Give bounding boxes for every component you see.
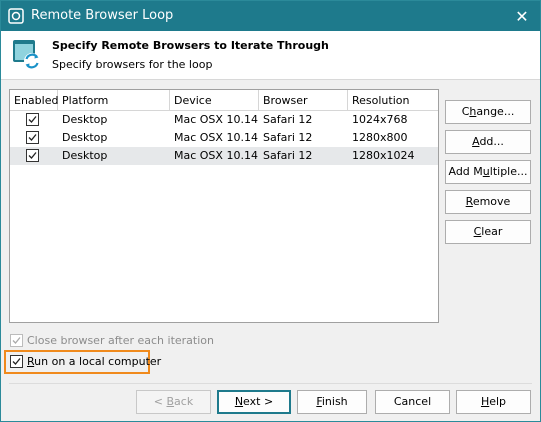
column-header-browser[interactable]: Browser [259,90,348,111]
window-title: Remote Browser Loop [31,8,174,23]
next-label-suffix: ext > [243,395,274,408]
platform-cell: Desktop [62,149,108,162]
title-bar: Remote Browser Loop ✕ [1,1,540,31]
column-header-enabled[interactable]: Enabled [10,90,58,111]
resolution-cell: 1024x768 [352,113,408,126]
next-button[interactable]: Next > [217,390,291,414]
back-label-accel: B [166,395,175,408]
remove-button[interactable]: Remove [445,190,531,214]
app-icon [8,8,24,24]
add-button[interactable]: Add... [445,130,531,154]
device-cell: Mac OSX 10.14 [174,149,258,162]
close-button[interactable]: ✕ [504,1,540,31]
resolution-cell: 1280x800 [352,131,408,144]
change-button[interactable]: Change... [445,100,531,124]
grid-header-row: Enabled Platform Device Browser Resoluti… [10,90,438,111]
platform-cell: Desktop [62,113,108,126]
remote-browser-loop-dialog: Remote Browser Loop ✕ Specify Remote Bro… [0,0,541,422]
close-browser-checkbox[interactable] [10,334,23,347]
table-row-selected[interactable]: Desktop Mac OSX 10.14 Safari 12 1280x102… [10,147,438,165]
device-cell: Mac OSX 10.14 [174,131,258,144]
back-button[interactable]: < Back [136,390,211,414]
footer-separator [9,383,532,384]
remove-label-accel: R [465,195,473,208]
run-local-label: Run on a local computer [27,355,161,368]
column-header-resolution[interactable]: Resolution [348,90,438,111]
help-label-accel: H [480,395,490,408]
checkmark-icon [28,152,37,159]
run-local-checkbox[interactable] [10,355,23,368]
add-multiple-label-prefix: Add M [448,165,483,178]
clear-label-suffix: lear [481,225,503,238]
add-multiple-button[interactable]: Add Multiple... [445,160,531,184]
run-local-label-suffix: un on a local computer [34,355,162,368]
finish-label-suffix: inish [321,395,348,408]
refresh-browser-icon [13,40,40,69]
column-header-platform[interactable]: Platform [58,90,170,111]
finish-button[interactable]: Finish [297,390,367,414]
wizard-subtitle: Specify browsers for the loop [52,58,213,71]
checkmark-icon [12,358,21,365]
resolution-cell: 1280x1024 [352,149,415,162]
checkmark-icon [28,134,37,141]
checkmark-icon [12,337,21,344]
change-label-suffix: ange... [476,105,515,118]
column-header-device[interactable]: Device [170,90,259,111]
browsers-grid[interactable]: Enabled Platform Device Browser Resoluti… [9,89,439,323]
back-label-suffix: ack [174,395,194,408]
wizard-title: Specify Remote Browsers to Iterate Throu… [52,39,329,52]
add-label-suffix: dd... [479,135,504,148]
browser-cell: Safari 12 [263,149,313,162]
cancel-button[interactable]: Cancel [375,390,450,414]
browser-cell: Safari 12 [263,113,313,126]
clear-button[interactable]: Clear [445,220,531,244]
back-label-prefix: < [153,395,167,408]
remove-label-suffix: emove [472,195,511,208]
enabled-checkbox[interactable] [26,113,39,126]
platform-cell: Desktop [62,131,108,144]
help-label-suffix: elp [489,395,507,408]
help-button[interactable]: Help [456,390,531,414]
table-row[interactable]: Desktop Mac OSX 10.14 Safari 12 1280x800 [10,129,438,147]
browser-cell: Safari 12 [263,131,313,144]
close-browser-label: Close browser after each iteration [27,334,214,347]
add-multiple-label-accel: u [482,165,490,178]
add-multiple-label-suffix: ltiple... [489,165,528,178]
enabled-checkbox[interactable] [26,149,39,162]
next-label-accel: N [234,395,244,408]
checkmark-icon [28,116,37,123]
close-icon: ✕ [515,6,529,26]
table-row[interactable]: Desktop Mac OSX 10.14 Safari 12 1024x768 [10,111,438,129]
wizard-header: Specify Remote Browsers to Iterate Throu… [1,31,540,80]
enabled-checkbox[interactable] [26,131,39,144]
device-cell: Mac OSX 10.14 [174,113,258,126]
